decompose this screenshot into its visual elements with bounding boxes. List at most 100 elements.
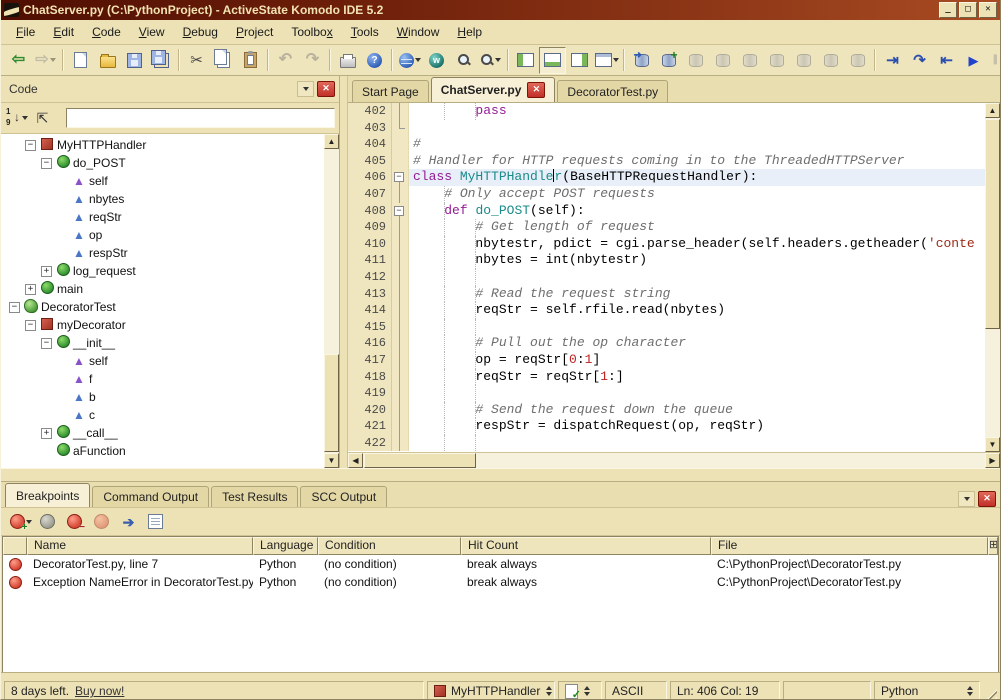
bottom-panel-close-button[interactable]: ✕: [978, 491, 996, 507]
code-line-415[interactable]: 415: [348, 319, 985, 336]
column-header-hit-count[interactable]: Hit Count: [461, 537, 711, 555]
column-header-icon[interactable]: [3, 537, 27, 555]
tab-chatserver-py[interactable]: ChatServer.py✕: [431, 77, 556, 102]
tree-expander[interactable]: −: [25, 140, 36, 151]
editor-hscrollbar[interactable]: ◀ ▶: [348, 452, 1000, 468]
column-header-condition[interactable]: Condition: [318, 537, 461, 555]
delete-breakpoint-button[interactable]: −: [61, 508, 88, 535]
tab-close-button[interactable]: ✕: [527, 82, 545, 98]
chevron-down-icon[interactable]: [495, 58, 501, 62]
scroll-up-button[interactable]: ▲: [985, 103, 1000, 118]
goto-breakpoint-button[interactable]: ➔: [115, 508, 142, 535]
code-filter-input[interactable]: [66, 108, 335, 128]
editor-vscrollbar[interactable]: ▲ ▼: [985, 103, 1000, 452]
print-button[interactable]: [334, 47, 361, 74]
menu-code[interactable]: Code: [83, 22, 130, 42]
tree-expander[interactable]: +: [25, 284, 36, 295]
menu-file[interactable]: File: [7, 22, 44, 42]
tree-expander[interactable]: −: [41, 158, 52, 169]
bottom-splitter[interactable]: [1, 468, 1000, 482]
menu-project[interactable]: Project: [227, 22, 282, 42]
tab-command-output[interactable]: Command Output: [92, 486, 209, 507]
syntax-check-selector[interactable]: [558, 681, 602, 700]
open-button[interactable]: [94, 47, 121, 74]
fold-collapse-button[interactable]: [392, 203, 409, 220]
code-editor[interactable]: 402 pass403404#405# Handler for HTTP req…: [348, 103, 985, 452]
menu-window[interactable]: Window: [388, 22, 449, 42]
code-line-411[interactable]: 411 nbytes = int(nbytestr): [348, 252, 985, 269]
chevron-down-icon[interactable]: [415, 58, 421, 62]
scroll-down-button[interactable]: ▼: [324, 453, 339, 468]
scroll-left-button[interactable]: ◀: [348, 453, 363, 468]
tree-item-respstr[interactable]: ▲respStr: [1, 244, 324, 262]
menu-toolbox[interactable]: Toolbox: [282, 22, 341, 42]
tree-item-op[interactable]: ▲op: [1, 226, 324, 244]
breakpoint-row[interactable]: DecoratorTest.py, line 7Python(no condit…: [3, 555, 998, 573]
find-in-files-button[interactable]: [477, 47, 504, 74]
preview-button[interactable]: [396, 47, 423, 74]
disable-breakpoints-button[interactable]: [34, 508, 61, 535]
breakpoint-row[interactable]: Exception NameError in DecoratorTest.pyP…: [3, 573, 998, 591]
step-out-button[interactable]: ⇤: [933, 47, 960, 74]
back-button[interactable]: ⇦: [5, 47, 32, 74]
tree-item-self[interactable]: ▲self: [1, 352, 324, 370]
code-line-418[interactable]: 418 reqStr = reqStr[1:]: [348, 369, 985, 386]
code-line-405[interactable]: 405# Handler for HTTP requests coming in…: [348, 153, 985, 170]
scroll-down-button[interactable]: ▼: [985, 437, 1000, 452]
code-line-414[interactable]: 414 reqStr = self.rfile.read(nbytes): [348, 302, 985, 319]
tree-item-f[interactable]: ▲f: [1, 370, 324, 388]
tab-breakpoints[interactable]: Breakpoints: [5, 483, 90, 507]
panel-menu-button[interactable]: [297, 81, 314, 97]
scrollbar-thumb[interactable]: [364, 453, 476, 468]
code-line-403[interactable]: 403: [348, 120, 985, 137]
run-button[interactable]: ▶: [960, 47, 987, 74]
toggle-right-pane-button[interactable]: [566, 47, 593, 74]
chevron-down-icon[interactable]: [50, 58, 56, 62]
tree-item-self[interactable]: ▲self: [1, 172, 324, 190]
tab-decoratortest-py[interactable]: DecoratorTest.py: [557, 80, 668, 102]
tree-expander[interactable]: −: [9, 302, 20, 313]
tree-item-reqstr[interactable]: ▲reqStr: [1, 208, 324, 226]
tree-item-b[interactable]: ▲b: [1, 388, 324, 406]
browser-button[interactable]: w: [423, 47, 450, 74]
tree-item-afunction[interactable]: aFunction: [1, 442, 324, 460]
tree-item-do-post[interactable]: −do_POST: [1, 154, 324, 172]
code-line-421[interactable]: 421 respStr = dispatchRequest(op, reqStr…: [348, 418, 985, 435]
paste-button[interactable]: [237, 47, 264, 74]
sort-order-button[interactable]: ↓: [5, 105, 29, 132]
scrollbar-thumb[interactable]: [324, 354, 339, 452]
column-header-name[interactable]: Name: [27, 537, 253, 555]
step-in-button[interactable]: ⇥: [879, 47, 906, 74]
tree-item-decoratortest[interactable]: −DecoratorTest: [1, 298, 324, 316]
tree-item-myhttphandler[interactable]: −MyHTTPHandler: [1, 136, 324, 154]
minimize-button[interactable]: _: [939, 2, 957, 18]
delete-all-breakpoints-button[interactable]: [88, 508, 115, 535]
code-line-410[interactable]: 410 nbytestr, pdict = cgi.parse_header(s…: [348, 236, 985, 253]
tab-start-page[interactable]: Start Page: [352, 80, 429, 102]
column-header-language[interactable]: Language: [253, 537, 318, 555]
pane-layout-button[interactable]: [593, 47, 620, 74]
code-line-419[interactable]: 419: [348, 385, 985, 402]
toggle-bottom-pane-button[interactable]: [539, 47, 566, 74]
scrollbar-thumb[interactable]: [985, 119, 1000, 329]
menu-help[interactable]: Help: [448, 22, 491, 42]
tree-item-nbytes[interactable]: ▲nbytes: [1, 190, 324, 208]
menu-tools[interactable]: Tools: [342, 22, 388, 42]
code-line-404[interactable]: 404#: [348, 136, 985, 153]
tree-item-mydecorator[interactable]: −myDecorator: [1, 316, 324, 334]
code-line-402[interactable]: 402 pass: [348, 103, 985, 120]
step-over-button[interactable]: ↷: [906, 47, 933, 74]
code-line-420[interactable]: 420 # Send the request down the queue: [348, 402, 985, 419]
code-line-416[interactable]: 416 # Pull out the op character: [348, 335, 985, 352]
menu-edit[interactable]: Edit: [44, 22, 83, 42]
language-selector[interactable]: Python: [874, 681, 980, 700]
panel-close-button[interactable]: ✕: [317, 81, 335, 97]
tree-item-c[interactable]: ▲c: [1, 406, 324, 424]
tree-expander[interactable]: +: [41, 428, 52, 439]
find-button[interactable]: [450, 47, 477, 74]
tree-item-main[interactable]: +main: [1, 280, 324, 298]
panel-splitter[interactable]: [340, 76, 348, 468]
code-line-412[interactable]: 412: [348, 269, 985, 286]
code-line-409[interactable]: 409 # Get length of request: [348, 219, 985, 236]
bottom-panel-menu-button[interactable]: [958, 491, 975, 507]
